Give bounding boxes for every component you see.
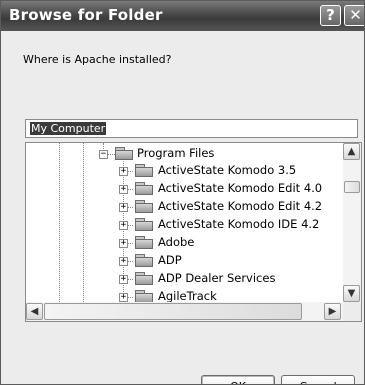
vertical-scrollbar[interactable]: ▲ ▼ [343,143,361,302]
expand-icon[interactable]: + [119,239,128,248]
vertical-scroll-thumb[interactable] [344,181,360,193]
folder-icon [135,236,153,249]
window-title: Browse for Folder [9,6,163,24]
expand-icon[interactable]: + [119,167,128,176]
prompt-text: Where is Apache installed? [23,53,172,66]
expand-icon[interactable]: + [119,221,128,230]
expand-icon[interactable]: + [119,275,128,284]
folder-name-value: My Computer [30,122,107,135]
folder-icon [135,200,153,213]
expand-icon[interactable]: + [119,257,128,266]
tree-item[interactable]: AgileTrack [158,289,217,302]
tree-guide-line [83,143,84,302]
collapse-icon[interactable]: − [99,150,108,159]
tree-item[interactable]: ADP Dealer Services [158,271,275,285]
tree-item[interactable]: ActiveState Komodo Edit 4.0 [158,181,322,195]
expand-icon[interactable]: + [119,203,128,212]
folder-icon [135,182,153,195]
tree-item[interactable]: ActiveState Komodo 3.5 [158,163,296,177]
tree-item-program-files[interactable]: Program Files [137,146,214,160]
title-bar[interactable]: Browse for Folder ? ✕ [1,1,364,31]
tree-item[interactable]: ActiveState Komodo IDE 4.2 [158,217,319,231]
expand-icon[interactable]: + [119,293,128,302]
folder-icon [135,164,153,177]
scroll-down-button[interactable]: ▼ [343,285,360,302]
folder-icon [135,290,153,302]
browse-folder-dialog: Browse for Folder ? ✕ Where is Apache in… [0,0,365,385]
horizontal-scrollbar[interactable]: ◀ ▶ [26,302,343,321]
tree-item[interactable]: ADP [158,253,182,267]
tree-item[interactable]: ActiveState Komodo Edit 4.2 [158,199,322,213]
tree-item[interactable]: Adobe [158,235,194,249]
close-button[interactable]: ✕ [344,5,364,26]
expand-icon[interactable]: + [119,185,128,194]
scroll-up-button[interactable]: ▲ [343,143,360,160]
folder-tree[interactable]: − Program Files + ActiveState Komodo 3.5 +… [25,142,362,322]
scrollbar-corner [343,302,361,321]
dialog-body: Where is Apache installed? My Computer −… [1,31,364,384]
help-button[interactable]: ? [320,5,341,26]
folder-name-field[interactable]: My Computer [25,119,358,138]
folder-tree-view: − Program Files + ActiveState Komodo 3.5 +… [26,143,343,302]
cancel-button[interactable]: Cancel [281,375,355,384]
folder-icon [135,272,153,285]
horizontal-scroll-thumb[interactable] [44,303,302,320]
tree-guide-line [59,143,60,302]
folder-icon [135,218,153,231]
scroll-left-button[interactable]: ◀ [26,303,43,320]
scroll-right-button[interactable]: ▶ [324,303,341,320]
ok-button[interactable]: OK [201,375,275,384]
folder-icon [135,254,153,267]
folder-icon [115,147,133,160]
